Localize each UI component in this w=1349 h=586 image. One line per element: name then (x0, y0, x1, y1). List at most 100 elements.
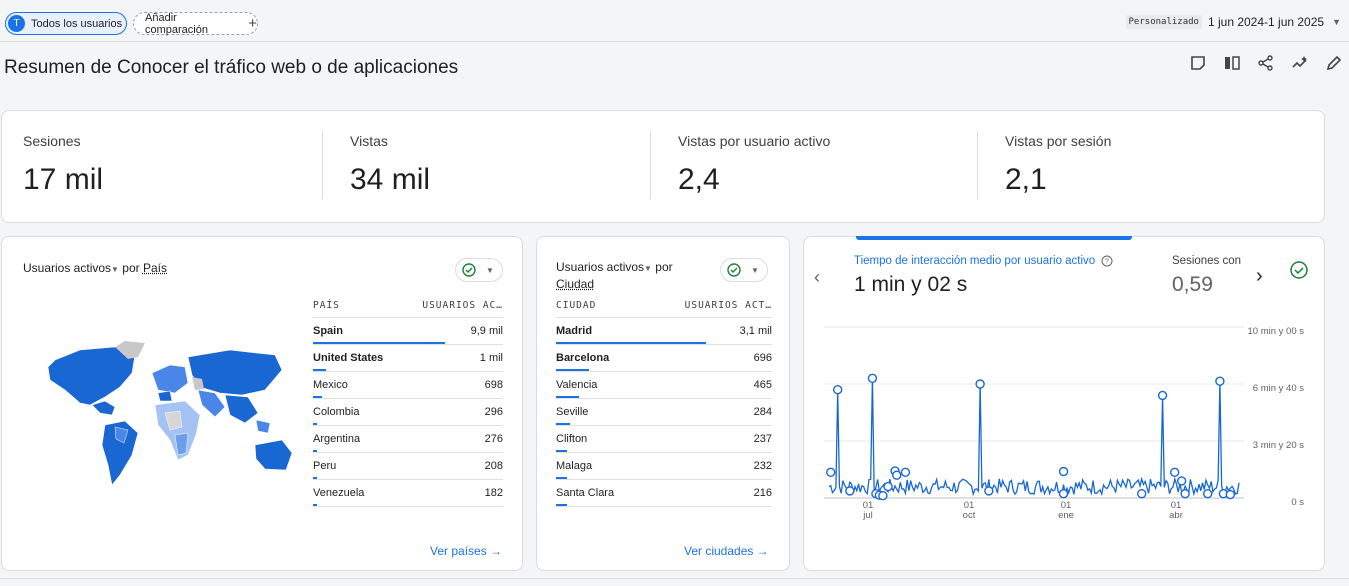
metric-tab-value: 0,59 (1172, 273, 1213, 296)
kpi-label: Vistas (350, 133, 388, 149)
country-table: PAÍS USUARIOS AC… Spain 9,9 mil United St… (313, 295, 503, 507)
y-tick-label: 6 min y 40 s (1252, 383, 1304, 394)
share-bar (556, 504, 567, 506)
table-row[interactable]: Argentina 276 (313, 425, 503, 453)
share-icon[interactable] (1257, 54, 1275, 72)
share-bar (556, 342, 706, 344)
all-users-chip[interactable]: T Todos los usuarios (5, 12, 127, 35)
data-point (826, 467, 836, 478)
share-bar (313, 396, 323, 398)
report-toolbar (1189, 54, 1343, 72)
data-point (1215, 376, 1225, 386)
table-row[interactable]: Venezuela 182 (313, 479, 503, 507)
share-bar (556, 396, 579, 398)
column-header-city[interactable]: CIUDAD (556, 295, 643, 318)
country-card-title: Usuarios activos▼ por País (23, 261, 167, 275)
table-row[interactable]: Santa Clara 216 (556, 479, 772, 507)
table-row[interactable]: Clifton 237 (556, 425, 772, 453)
all-users-label: Todos los usuarios (31, 17, 123, 30)
data-point (1180, 489, 1190, 499)
x-tick-label: 01 oct (962, 500, 976, 522)
kpi-value: 2,4 (678, 163, 720, 196)
dimension-selector[interactable]: País (143, 261, 167, 275)
data-point (845, 486, 855, 496)
compare-columns-icon[interactable] (1223, 54, 1241, 72)
share-bar (313, 423, 317, 425)
chevron-right-icon[interactable]: › (1256, 265, 1263, 288)
view-countries-link[interactable]: Ver países → (430, 544, 502, 558)
table-row[interactable]: Spain 9,9 mil (313, 317, 503, 345)
kpi-value: 34 mil (350, 163, 431, 196)
column-header-country[interactable]: PAÍS (313, 295, 402, 318)
data-point (1203, 489, 1213, 499)
view-cities-link[interactable]: Ver ciudades → (684, 544, 769, 558)
table-row[interactable]: Valencia 465 (556, 371, 772, 399)
x-tick-label: 01 abr (1169, 500, 1183, 522)
table-row[interactable]: Mexico 698 (313, 371, 503, 399)
share-bar (313, 477, 317, 479)
metric-selector[interactable]: Usuarios activos▼ (23, 261, 119, 275)
help-icon[interactable]: ? (1101, 255, 1113, 267)
column-header-users[interactable]: USUARIOS ACT… (642, 295, 772, 318)
kpi-views-per-session[interactable]: Vistas por sesión 2,1 (1005, 133, 1111, 197)
data-point (1176, 476, 1187, 486)
chevron-left-icon[interactable]: ‹ (814, 267, 820, 288)
data-quality-menu[interactable]: ▼ (720, 258, 768, 282)
table-row[interactable]: Colombia 296 (313, 398, 503, 426)
comment-icon[interactable] (1189, 54, 1207, 72)
table-row[interactable]: Madrid 3,1 mil (556, 317, 772, 345)
divider (650, 131, 651, 199)
line-chart[interactable] (824, 322, 1244, 512)
table-row[interactable]: Malaga 232 (556, 452, 772, 480)
plus-icon: + (248, 15, 257, 32)
insights-icon[interactable] (1291, 54, 1309, 72)
table-row[interactable]: Barcelona 696 (556, 344, 772, 372)
divider (322, 131, 323, 199)
kpi-views-per-user[interactable]: Vistas por usuario activo 2,4 (678, 133, 830, 197)
share-bar (313, 342, 445, 344)
metric-tab-engagement[interactable]: Tiempo de interacción medio por usuario … (854, 255, 1113, 297)
caret-down-icon: ▼ (751, 265, 759, 275)
add-comparison-button[interactable]: Añadir comparación + (133, 12, 258, 36)
svg-text:?: ? (1105, 259, 1109, 266)
city-table: CIUDAD USUARIOS ACT… Madrid 3,1 mil Barce… (556, 295, 772, 507)
kpi-value: 17 mil (23, 163, 104, 196)
data-point (1225, 489, 1236, 500)
by-text: por (122, 261, 140, 275)
by-text: por (655, 260, 673, 274)
metric-selector[interactable]: Usuarios activos▼ (556, 260, 652, 274)
check-circle-icon (727, 263, 741, 277)
table-row[interactable]: Peru 208 (313, 452, 503, 480)
column-header-users[interactable]: USUARIOS AC… (401, 295, 503, 318)
kpi-views[interactable]: Vistas 34 mil (350, 133, 430, 197)
kpi-value: 2,1 (1005, 163, 1047, 196)
date-range-text: 1 jun 2024-1 jun 2025 (1207, 15, 1325, 29)
kpi-summary-card: Sesiones 17 mil Vistas 34 mil Vistas por… (1, 110, 1325, 223)
data-quality-menu[interactable]: ▼ (455, 258, 503, 282)
table-row[interactable]: United States 1 mil (313, 344, 503, 372)
world-map[interactable] (20, 335, 310, 495)
dimension-selector[interactable]: Ciudad (556, 277, 594, 291)
kpi-sessions[interactable]: Sesiones 17 mil (23, 133, 103, 197)
city-card-title: Usuarios activos▼ por Ciudad (556, 259, 696, 293)
caret-down-icon: ▼ (486, 265, 494, 275)
triangle-down-icon: ▼ (644, 264, 652, 273)
x-tick-label: 01 ene (1058, 500, 1074, 522)
date-range-picker[interactable]: Personalizado 1 jun 2024-1 jun 2025 ▼ (1125, 15, 1349, 29)
metric-tab-label: Sesiones con (1172, 255, 1242, 267)
share-bar (556, 450, 568, 452)
metric-tab-label: Tiempo de interacción medio por usuario … (854, 255, 1096, 267)
divider (977, 131, 978, 199)
kpi-label: Sesiones (23, 133, 81, 149)
metric-tab-sessions[interactable]: Sesiones con 0,59 (1172, 255, 1241, 297)
table-row[interactable]: Seville 284 (556, 398, 772, 426)
check-circle-icon[interactable] (1290, 261, 1308, 279)
check-circle-icon (462, 263, 476, 277)
edit-icon[interactable] (1325, 54, 1343, 72)
date-custom-badge: Personalizado (1125, 15, 1202, 29)
data-point (892, 470, 902, 480)
data-point (1137, 489, 1147, 499)
y-tick-label: 3 min y 20 s (1252, 440, 1304, 451)
share-bar (313, 450, 317, 452)
y-tick-label: 10 min y 00 s (1247, 326, 1305, 337)
